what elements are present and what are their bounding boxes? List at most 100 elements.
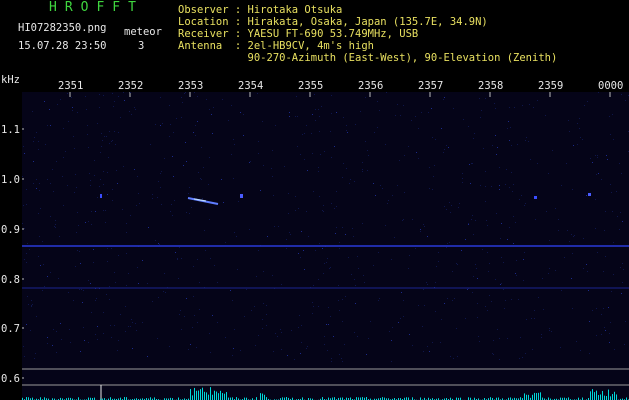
noise-dot: [56, 352, 57, 353]
noise-dot: [186, 212, 187, 213]
spectrum-bar: [206, 392, 207, 400]
noise-dot: [605, 330, 606, 331]
noise-dot: [472, 163, 473, 164]
antenna-direction-info: 90-270-Azimuth (East-West), 90-Elevation…: [178, 52, 558, 64]
spectrogram-plot: [22, 92, 629, 400]
noise-dot: [399, 160, 400, 161]
noise-dot: [217, 322, 218, 323]
noise-dot: [273, 351, 274, 352]
noise-dot: [453, 108, 454, 109]
noise-dot: [343, 163, 344, 164]
noise-dot: [99, 94, 100, 95]
noise-dot: [38, 149, 39, 150]
spectrum-bar: [224, 393, 225, 400]
noise-dot: [103, 171, 104, 172]
spectrum-bar: [198, 390, 199, 400]
noise-dot: [191, 207, 192, 208]
noise-dot: [609, 342, 610, 343]
noise-dot: [91, 211, 92, 212]
noise-dot: [108, 157, 109, 158]
noise-dot: [88, 221, 89, 222]
noise-dot: [320, 154, 321, 155]
noise-dot: [625, 321, 626, 322]
noise-dot: [304, 269, 305, 270]
noise-dot: [52, 169, 53, 170]
noise-dot: [418, 305, 419, 306]
noise-dot: [50, 216, 51, 217]
noise-dot: [72, 110, 73, 111]
noise-dot: [22, 223, 23, 224]
noise-dot: [595, 228, 596, 229]
noise-dot: [363, 275, 364, 276]
spectrum-bar: [226, 392, 227, 400]
noise-dot: [212, 315, 213, 316]
noise-dot: [233, 178, 234, 179]
noise-dot: [497, 147, 498, 148]
noise-dot: [324, 344, 325, 345]
noise-dot: [592, 310, 593, 311]
noise-dot: [534, 310, 535, 311]
noise-dot: [621, 94, 622, 95]
noise-dot: [572, 308, 573, 309]
meteor-echo: [588, 193, 591, 196]
spectrum-bar: [214, 390, 215, 400]
noise-dot: [336, 206, 337, 207]
noise-dot: [53, 191, 54, 192]
noise-dot: [385, 225, 386, 226]
noise-dot: [620, 267, 621, 268]
noise-dot: [318, 279, 319, 280]
noise-dot: [365, 141, 366, 142]
noise-dot: [391, 361, 392, 362]
noise-dot: [435, 311, 436, 312]
noise-dot: [281, 332, 282, 333]
noise-dot: [225, 337, 226, 338]
spectrum-bar: [216, 391, 217, 400]
noise-dot: [31, 305, 32, 306]
noise-dot: [427, 236, 428, 237]
noise-dot: [277, 336, 278, 337]
spectrum-bar: [212, 394, 213, 400]
noise-dot: [27, 296, 28, 297]
noise-dot: [318, 167, 319, 168]
noise-dot: [232, 300, 233, 301]
noise-dot: [287, 355, 288, 356]
noise-dot: [160, 125, 161, 126]
spectrum-bar: [592, 389, 593, 400]
noise-dot: [560, 347, 561, 348]
noise-dot: [511, 299, 512, 300]
noise-dot: [357, 336, 358, 337]
noise-dot: [478, 336, 479, 337]
noise-dot: [298, 253, 299, 254]
noise-dot: [231, 105, 232, 106]
noise-dot: [103, 184, 104, 185]
noise-dot: [378, 252, 379, 253]
noise-dot: [24, 356, 25, 357]
noise-dot: [100, 152, 101, 153]
noise-dot: [446, 145, 447, 146]
noise-dot: [489, 263, 490, 264]
spectrum-bar: [220, 390, 221, 400]
noise-dot: [503, 289, 504, 290]
time-tick-label: 2354: [238, 80, 264, 92]
noise-dot: [426, 282, 427, 283]
noise-dot: [312, 302, 313, 303]
noise-dot: [526, 319, 527, 320]
noise-dot: [306, 348, 307, 349]
noise-dot: [610, 184, 611, 185]
noise-dot: [294, 359, 295, 360]
noise-dot: [199, 309, 200, 310]
noise-dot: [112, 93, 113, 94]
noise-dot: [509, 140, 510, 141]
noise-dot: [590, 158, 591, 159]
noise-dot: [492, 145, 493, 146]
noise-dot: [471, 219, 472, 220]
noise-dot: [304, 133, 305, 134]
noise-dot: [206, 99, 207, 100]
noise-dot: [125, 306, 126, 307]
noise-dot: [63, 128, 64, 129]
noise-dot: [33, 161, 34, 162]
noise-dot: [496, 154, 497, 155]
noise-dot: [423, 224, 424, 225]
noise-dot: [552, 150, 553, 151]
noise-dot: [538, 297, 539, 298]
